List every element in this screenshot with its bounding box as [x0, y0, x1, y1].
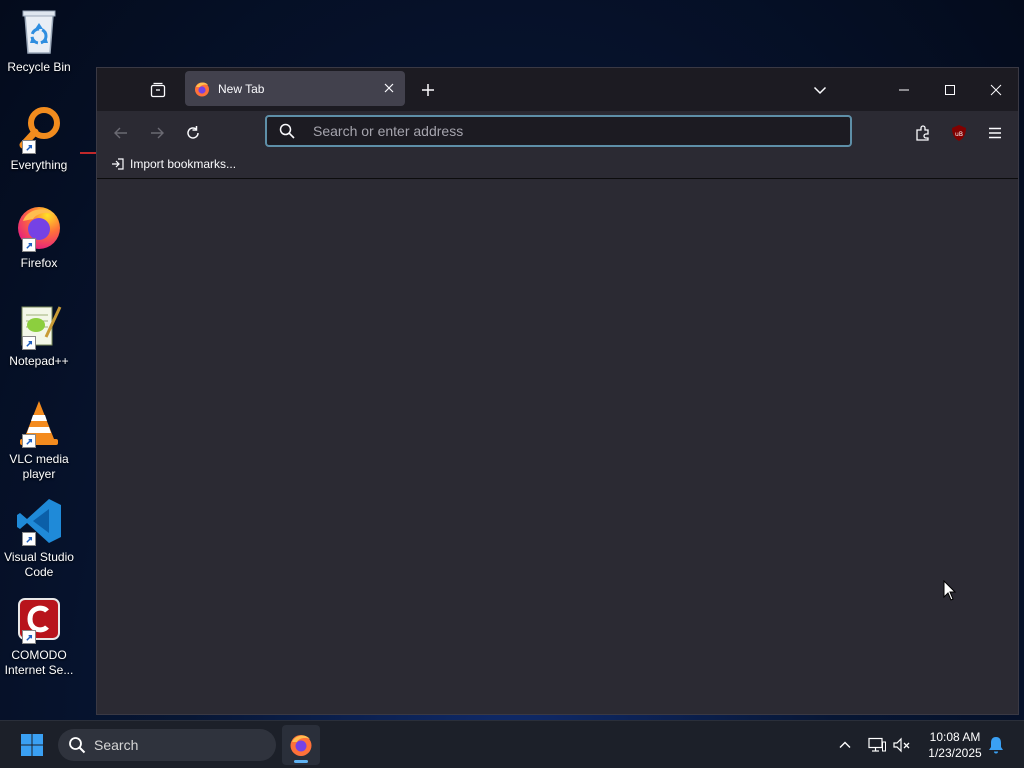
svg-text:uB: uB — [955, 131, 963, 138]
search-icon — [69, 737, 86, 754]
shortcut-arrow-icon — [22, 336, 36, 350]
firefox-icon — [290, 735, 312, 756]
mouse-cursor-icon — [943, 580, 957, 601]
arrow-left-icon — [114, 127, 127, 139]
desktop-artifact — [80, 152, 96, 154]
start-button[interactable] — [14, 730, 50, 760]
comodo-icon — [14, 594, 64, 644]
page-content[interactable] — [97, 179, 1018, 714]
firefox-view-icon — [150, 82, 166, 98]
import-bookmarks-button[interactable]: Import bookmarks... — [111, 157, 236, 171]
taskbar-search-label: Search — [94, 737, 139, 753]
shortcut-arrow-icon — [22, 434, 36, 448]
puzzle-piece-icon — [916, 125, 929, 141]
shortcut-arrow-icon — [22, 238, 36, 252]
desktop-icon-recycle-bin[interactable]: Recycle Bin — [0, 6, 78, 75]
desktop-icon-vscode[interactable]: Visual Studio Code — [0, 496, 78, 580]
tab-bar: New Tab — [97, 68, 1018, 111]
taskbar-firefox-button[interactable] — [282, 725, 320, 765]
network-status-button[interactable] — [866, 733, 888, 757]
running-app-indicator — [294, 760, 308, 763]
minimize-button[interactable] — [881, 68, 927, 111]
plus-icon — [422, 84, 434, 96]
clock-date: 1/23/2025 — [928, 746, 982, 760]
show-hidden-icons-button[interactable] — [834, 733, 856, 757]
firefox-label: Firefox — [20, 256, 58, 270]
vscode-label: Visual Studio Code — [4, 550, 74, 579]
everything-label: Everything — [10, 158, 68, 172]
vlc-label: VLC media player — [9, 452, 69, 481]
address-bar[interactable] — [265, 115, 852, 147]
tab-close-button[interactable] — [381, 80, 397, 96]
notifications-button[interactable] — [985, 733, 1007, 757]
close-icon — [384, 83, 394, 93]
import-icon — [112, 158, 124, 170]
everything-icon — [14, 104, 64, 154]
hamburger-menu-icon — [989, 127, 1001, 139]
vlc-icon — [14, 398, 64, 448]
tab-title: New Tab — [218, 81, 265, 96]
vscode-icon — [14, 496, 64, 546]
firefox-icon — [14, 202, 64, 252]
clock-time: 10:08 AM — [929, 730, 981, 744]
chevron-down-icon — [813, 86, 827, 95]
close-icon — [990, 84, 1002, 95]
desktop-icon-vlc[interactable]: VLC media player — [0, 398, 78, 482]
bookmarks-toolbar: Import bookmarks... — [97, 155, 1018, 179]
speaker-muted-icon — [893, 737, 910, 753]
import-bookmarks-label: Import bookmarks... — [130, 157, 237, 171]
desktop-icon-everything[interactable]: Everything — [0, 104, 78, 173]
firefox-view-button[interactable] — [145, 77, 171, 103]
back-button[interactable] — [107, 119, 135, 147]
address-input[interactable] — [311, 122, 850, 140]
recycle-bin-label: Recycle Bin — [7, 60, 71, 74]
desktop-icon-comodo[interactable]: COMODO Internet Se... — [0, 594, 78, 678]
system-clock[interactable]: 10:08 AM 1/23/2025 — [918, 729, 992, 761]
reload-button[interactable] — [179, 119, 207, 147]
firefox-favicon-icon — [195, 82, 209, 96]
maximize-button[interactable] — [927, 68, 973, 111]
forward-button[interactable] — [143, 119, 171, 147]
shortcut-arrow-icon — [22, 140, 36, 154]
notepadpp-icon — [14, 300, 64, 350]
search-icon — [279, 123, 295, 139]
reload-icon — [187, 126, 199, 139]
bell-icon — [989, 737, 1003, 754]
new-tab-button[interactable] — [415, 77, 441, 103]
windows-logo-icon — [21, 734, 43, 756]
close-window-button[interactable] — [973, 68, 1019, 111]
volume-button[interactable] — [891, 733, 913, 757]
shortcut-arrow-icon — [22, 630, 36, 644]
tab-new-tab[interactable]: New Tab — [185, 71, 405, 106]
desktop-icon-notepadpp[interactable]: Notepad++ — [0, 300, 78, 369]
shortcut-arrow-icon — [22, 532, 36, 546]
arrow-right-icon — [151, 127, 164, 139]
list-all-tabs-button[interactable] — [807, 77, 833, 103]
app-menu-button[interactable] — [981, 119, 1009, 147]
desktop-icon-firefox[interactable]: Firefox — [0, 202, 78, 271]
firefox-window: New Tab Search or enter address uB Impor… — [96, 67, 1019, 715]
taskbar: Search 10:08 AM 1/23/2025 — [0, 720, 1024, 768]
comodo-label: COMODO Internet Se... — [4, 648, 74, 677]
minimize-icon — [899, 89, 909, 90]
notepadpp-label: Notepad++ — [9, 354, 69, 368]
navigation-toolbar: uB — [97, 111, 1018, 155]
chevron-up-icon — [839, 741, 851, 748]
ublock-origin-button[interactable]: uB — [945, 119, 973, 147]
taskbar-search[interactable]: Search — [58, 729, 276, 761]
maximize-icon — [945, 84, 955, 95]
recycle-bin-icon — [14, 6, 64, 56]
ublock-origin-icon: uB — [952, 125, 966, 141]
network-icon — [868, 737, 886, 752]
extensions-button[interactable] — [909, 119, 937, 147]
